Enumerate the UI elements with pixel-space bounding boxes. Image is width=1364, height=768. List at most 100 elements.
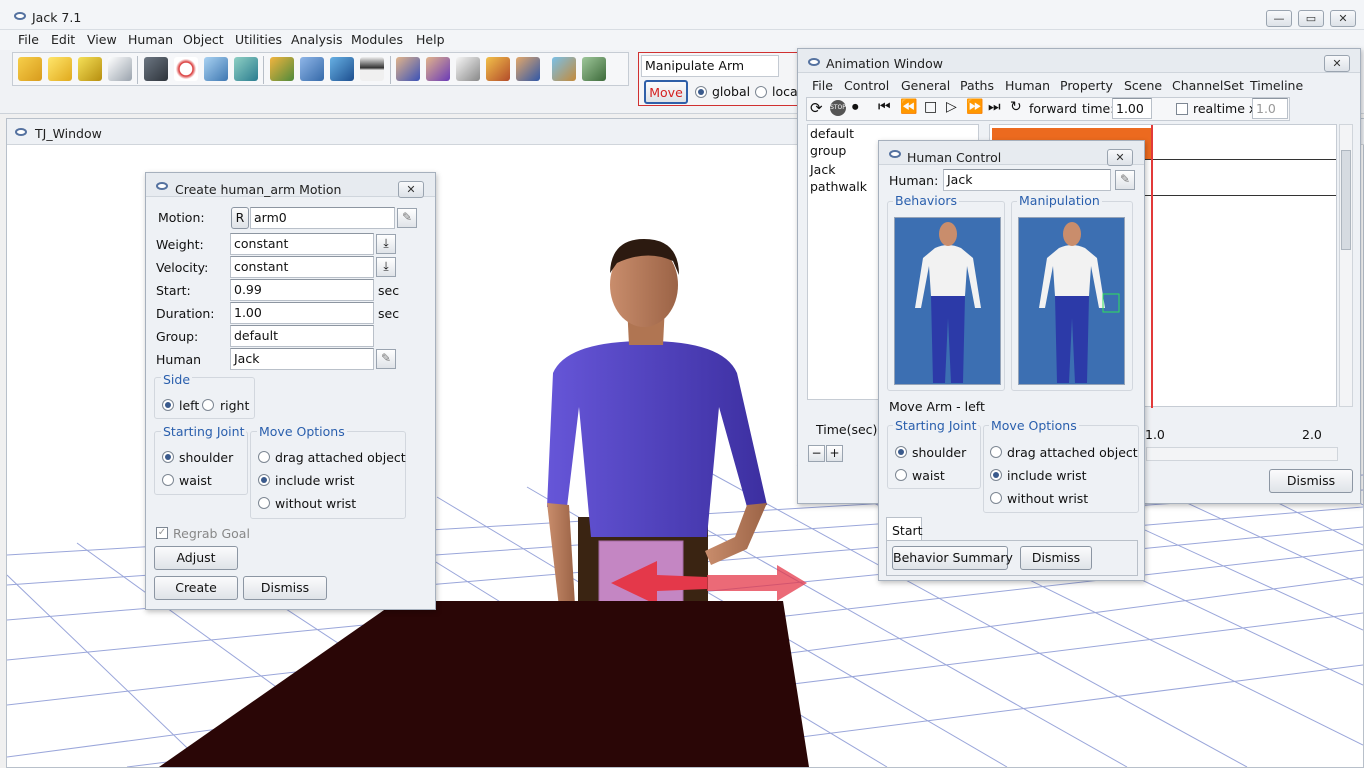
mo-include-radio[interactable]	[258, 474, 270, 486]
minimize-button[interactable]: —	[1266, 10, 1292, 27]
side-left-radio[interactable]	[162, 399, 174, 411]
stop-icon[interactable]: STOP	[830, 100, 846, 116]
tab-start[interactable]: Start	[886, 517, 923, 541]
save-icon[interactable]	[78, 57, 102, 81]
menu-help[interactable]: Help	[416, 32, 445, 47]
anim-menu-channelset[interactable]: ChannelSet	[1172, 78, 1244, 93]
dismiss-button[interactable]: Dismiss	[243, 576, 327, 600]
hc-human-field[interactable]: Jack	[943, 169, 1111, 191]
motion-name-field[interactable]: arm0	[250, 207, 395, 229]
hc-mo-without-radio[interactable]	[990, 492, 1002, 504]
tool-icon[interactable]	[582, 57, 606, 81]
anim-menu-paths[interactable]: Paths	[960, 78, 994, 93]
hc-sj-waist-radio[interactable]	[895, 469, 907, 481]
create-motion-close-button[interactable]: ✕	[398, 181, 424, 198]
step-forward-icon[interactable]: ⏩	[966, 99, 983, 115]
close-button[interactable]: ✕	[1330, 10, 1356, 27]
hc-mo-include-radio[interactable]	[990, 469, 1002, 481]
view-binoculars-icon[interactable]	[144, 57, 168, 81]
time-cursor[interactable]	[1151, 125, 1153, 408]
anim-menu-human[interactable]: Human	[1005, 78, 1050, 93]
people-icon[interactable]	[516, 57, 540, 81]
link-icon[interactable]	[330, 57, 354, 81]
menu-view[interactable]: View	[87, 32, 117, 47]
group-field[interactable]: default	[230, 325, 374, 347]
human-select-icon[interactable]	[426, 57, 450, 81]
menu-human[interactable]: Human	[128, 32, 173, 47]
adjust-button[interactable]: Adjust	[154, 546, 238, 570]
scene-icon[interactable]	[234, 57, 258, 81]
zoom-in-button[interactable]: +	[826, 445, 843, 462]
open-object-icon[interactable]	[48, 57, 72, 81]
channel-item[interactable]: pathwalk	[810, 179, 867, 194]
human-icon[interactable]	[396, 57, 420, 81]
behavior-summary-button[interactable]: Behavior Summary	[892, 546, 1013, 570]
refresh-icon[interactable]: ⟳	[810, 99, 823, 117]
hc-dismiss-button[interactable]: Dismiss	[1020, 546, 1092, 570]
manipulation-thumbnail[interactable]	[1018, 217, 1125, 385]
human-field[interactable]: Jack	[230, 348, 374, 370]
manipulate-mode-select[interactable]: Manipulate Arm	[641, 55, 779, 77]
menu-utilities[interactable]: Utilities	[235, 32, 282, 47]
hc-mo-drag-radio[interactable]	[990, 446, 1002, 458]
menu-object[interactable]: Object	[183, 32, 224, 47]
hierarchy-icon[interactable]	[270, 57, 294, 81]
weight-download-icon[interactable]: ⤓	[376, 234, 396, 254]
anim-menu-general[interactable]: General	[901, 78, 950, 93]
channel-item[interactable]: default	[810, 126, 854, 141]
create-button[interactable]: Create	[154, 576, 238, 600]
anim-menu-property[interactable]: Property	[1060, 78, 1113, 93]
local-radio[interactable]	[755, 86, 767, 98]
timeline-vscroll-thumb[interactable]	[1341, 150, 1351, 250]
duration-field[interactable]: 1.00	[230, 302, 374, 324]
realtime-field[interactable]: 1.0	[1252, 98, 1288, 119]
human-control-close-button[interactable]: ✕	[1107, 149, 1133, 166]
zoom-out-button[interactable]: −	[808, 445, 825, 462]
anim-menu-scene[interactable]: Scene	[1124, 78, 1162, 93]
hc-sj-shoulder-radio[interactable]	[895, 446, 907, 458]
mo-without-radio[interactable]	[258, 497, 270, 509]
animation-dismiss-button[interactable]: Dismiss	[1269, 469, 1353, 493]
loop-icon[interactable]: ↻	[1010, 99, 1022, 115]
channel-item[interactable]: group	[810, 143, 846, 158]
rewind-icon[interactable]: ⏮	[878, 99, 891, 115]
no-view-icon[interactable]	[174, 57, 198, 81]
side-right-radio[interactable]	[202, 399, 214, 411]
anim-menu-control[interactable]: Control	[844, 78, 889, 93]
behaviors-thumbnail[interactable]	[894, 217, 1001, 385]
menu-analysis[interactable]: Analysis	[291, 32, 343, 47]
weight-field[interactable]: constant	[230, 233, 374, 255]
maximize-button[interactable]: ▭	[1298, 10, 1324, 27]
regrab-goal-checkbox[interactable]: ✓	[156, 527, 168, 539]
animation-close-button[interactable]: ✕	[1324, 55, 1350, 72]
group-icon[interactable]	[486, 57, 510, 81]
global-radio[interactable]	[695, 86, 707, 98]
motion-pick-icon[interactable]: ✎	[397, 208, 417, 228]
camera-icon[interactable]	[204, 57, 228, 81]
step-back-icon[interactable]: ⏪	[900, 99, 917, 115]
anim-menu-timeline[interactable]: Timeline	[1250, 78, 1303, 93]
start-field[interactable]: 0.99	[230, 279, 374, 301]
stop-square-icon[interactable]: □	[924, 99, 937, 115]
fast-forward-icon[interactable]: ⏭	[988, 99, 1001, 115]
menu-modules[interactable]: Modules	[351, 32, 403, 47]
realtime-checkbox[interactable]	[1176, 103, 1188, 115]
human-pick-icon[interactable]: ✎	[376, 349, 396, 369]
hc-human-pick-icon[interactable]: ✎	[1115, 170, 1135, 190]
open-folder-icon[interactable]	[18, 57, 42, 81]
menu-edit[interactable]: Edit	[51, 32, 75, 47]
sj-shoulder-radio[interactable]	[162, 451, 174, 463]
motion-r-button[interactable]: R	[231, 207, 249, 229]
time-axis-hscrollbar[interactable]	[1146, 447, 1338, 461]
time-field[interactable]: 1.00	[1112, 98, 1152, 119]
mo-drag-radio[interactable]	[258, 451, 270, 463]
document-icon[interactable]	[108, 57, 132, 81]
figures-icon[interactable]	[552, 57, 576, 81]
move-button[interactable]: Move	[644, 80, 688, 104]
bracket-icon[interactable]	[456, 57, 480, 81]
record-icon[interactable]: ⏺	[852, 100, 859, 115]
velocity-field[interactable]: constant	[230, 256, 374, 278]
axis-icon[interactable]	[300, 57, 324, 81]
sj-waist-radio[interactable]	[162, 474, 174, 486]
play-icon[interactable]: ▷	[946, 99, 957, 115]
